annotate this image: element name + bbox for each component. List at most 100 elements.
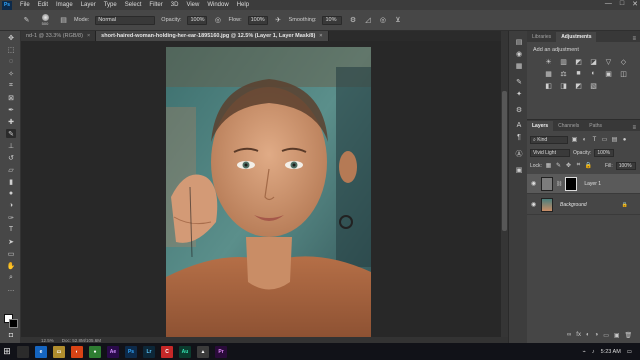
exposure-icon[interactable]: ◪ <box>588 57 599 66</box>
marquee-tool-icon[interactable]: ⬚ <box>6 45 16 54</box>
new-group-icon[interactable]: ▭ <box>603 332 609 339</box>
filter-toggle-icon[interactable]: ● <box>621 136 628 143</box>
tab-layers[interactable]: Layers <box>527 121 554 131</box>
canvas-area[interactable] <box>21 41 501 337</box>
angle-icon[interactable]: ◿ <box>363 16 372 25</box>
lock-position-icon[interactable]: ✥ <box>565 162 572 169</box>
paragraph-panel-icon[interactable]: ¶ <box>514 133 524 142</box>
taskbar-app-audition[interactable]: Au <box>179 345 191 358</box>
brushes-panel-icon[interactable]: ✦ <box>514 89 524 98</box>
navigator-panel-icon[interactable]: ▣ <box>514 165 524 174</box>
gradient-tool-icon[interactable]: ▮ <box>6 177 16 186</box>
tab-close-icon[interactable]: × <box>319 33 322 39</box>
layers-menu-icon[interactable]: ≡ <box>628 125 640 131</box>
tab-document-1[interactable]: nd-1 @ 33.3% (RGB/8) × <box>21 31 97 41</box>
maximize-button[interactable]: □ <box>620 0 624 8</box>
color-panel-icon[interactable]: ◉ <box>514 49 524 58</box>
tab-libraries[interactable]: Libraries <box>527 32 556 42</box>
lasso-tool-icon[interactable]: ◌ <box>6 57 16 66</box>
adjustment-layer-icon[interactable]: ◑ <box>595 332 599 339</box>
mode-select[interactable]: Normal <box>95 15 156 25</box>
pen-tool-icon[interactable]: ✑ <box>6 213 16 222</box>
fill-field[interactable]: 100% <box>615 161 636 170</box>
pressure-opacity-icon[interactable]: ◎ <box>213 16 222 25</box>
taskbar-app-firefox[interactable]: ◐ <box>71 345 83 358</box>
move-tool-icon[interactable]: ✥ <box>6 33 16 42</box>
canvas-vertical-scrollbar[interactable] <box>501 31 508 337</box>
hue-saturation-icon[interactable]: ◇ <box>618 57 629 66</box>
menu-file[interactable]: File <box>16 2 34 8</box>
network-icon[interactable]: ⌁ <box>583 349 586 355</box>
visibility-eye-icon[interactable]: ◉ <box>531 201 538 208</box>
blur-tool-icon[interactable]: ● <box>6 189 16 198</box>
more-tools-icon[interactable]: … <box>6 285 16 294</box>
brush-settings-icon[interactable]: ▤ <box>59 16 68 25</box>
scrollbar-thumb[interactable] <box>502 91 507 231</box>
swatches-panel-icon[interactable]: ▦ <box>514 61 524 70</box>
brush-tool-icon[interactable]: ✎ <box>6 129 16 138</box>
menu-filter[interactable]: Filter <box>145 2 166 8</box>
color-swatches[interactable] <box>4 314 18 328</box>
brush-settings-panel-icon[interactable]: ✎ <box>514 77 524 86</box>
quick-select-tool-icon[interactable]: ✧ <box>6 69 16 78</box>
tab-adjustments[interactable]: Adjustments <box>556 32 597 42</box>
menu-3d[interactable]: 3D <box>167 2 183 8</box>
taskbar-app-explorer[interactable]: ▭ <box>53 345 65 358</box>
adjustment-filter-icon[interactable]: ◐ <box>581 136 588 143</box>
start-button[interactable]: ⊞ <box>0 343 14 360</box>
taskbar-app-after-effects[interactable]: Ae <box>107 345 119 358</box>
lock-artboard-icon[interactable]: ⌗ <box>575 162 582 169</box>
lock-pixels-icon[interactable]: ✎ <box>555 162 562 169</box>
taskbar-app-drive[interactable]: ▲ <box>197 345 209 358</box>
menu-type[interactable]: Type <box>100 2 121 8</box>
zoom-level[interactable]: 12.5% <box>41 338 54 343</box>
clock[interactable]: 5:23 AM <box>601 349 621 355</box>
taskbar-app-cortana[interactable] <box>17 345 29 358</box>
properties-panel-icon[interactable]: ⚙ <box>514 105 524 114</box>
path-selection-tool-icon[interactable]: ➤ <box>6 237 16 246</box>
menu-edit[interactable]: Edit <box>34 2 52 8</box>
taskbar-app-premiere[interactable]: Pr <box>215 345 227 358</box>
layer-kind-select[interactable]: ⌕ Kind <box>530 135 568 144</box>
notifications-icon[interactable]: ▭ <box>627 349 632 355</box>
panel-menu-icon[interactable]: ≡ <box>628 36 640 42</box>
tab-close-icon[interactable]: × <box>87 33 90 39</box>
posterize-icon[interactable]: ◧ <box>543 81 554 90</box>
taskbar-app-lightroom[interactable]: Lr <box>143 345 155 358</box>
glyphs-panel-icon[interactable]: Ⓐ <box>514 149 524 158</box>
brush-tool-preset-icon[interactable]: ✎ <box>22 16 31 25</box>
link-layers-icon[interactable]: ∞ <box>567 332 571 339</box>
color-lookup-icon[interactable]: ▣ <box>603 69 614 78</box>
dodge-tool-icon[interactable]: ◑ <box>6 201 16 210</box>
close-button[interactable]: ✕ <box>632 0 638 8</box>
menu-layer[interactable]: Layer <box>77 2 100 8</box>
volume-icon[interactable]: ♪ <box>592 349 595 355</box>
minimize-button[interactable]: — <box>605 0 612 8</box>
new-layer-icon[interactable]: ▣ <box>614 332 620 339</box>
smoothing-settings-icon[interactable]: ⚙ <box>348 16 357 25</box>
layer-mask-thumbnail[interactable] <box>565 176 578 191</box>
levels-icon[interactable]: ▥ <box>558 57 569 66</box>
visibility-eye-icon[interactable]: ◉ <box>531 180 538 187</box>
delete-layer-icon[interactable]: 🗑 <box>625 332 633 339</box>
brightness-contrast-icon[interactable]: ☀ <box>543 57 554 66</box>
invert-icon[interactable]: ◫ <box>618 69 629 78</box>
taskbar-app-edge[interactable]: e <box>35 345 47 358</box>
brush-size-picker[interactable]: 500 <box>37 13 53 27</box>
lock-transparent-icon[interactable]: ▦ <box>545 162 552 169</box>
layer-row-background[interactable]: ◉ Background 🔒 <box>527 195 640 215</box>
history-panel-icon[interactable]: ▤ <box>514 37 524 46</box>
type-filter-icon[interactable]: T <box>591 136 598 143</box>
photo-filter-icon[interactable]: ■ <box>573 69 584 78</box>
vibrance-icon[interactable]: ▽ <box>603 57 614 66</box>
color-balance-icon[interactable]: ▦ <box>543 69 554 78</box>
frame-tool-icon[interactable]: ⊠ <box>6 93 16 102</box>
eraser-tool-icon[interactable]: ▱ <box>6 165 16 174</box>
tab-document-2[interactable]: short-haired-woman-holding-her-ear-18951… <box>96 31 329 41</box>
clone-stamp-tool-icon[interactable]: ⊥ <box>6 141 16 150</box>
smoothing-field[interactable]: 10% <box>322 15 343 25</box>
character-panel-icon[interactable]: A <box>514 121 524 130</box>
mask-link-icon[interactable]: ⛓ <box>556 181 562 187</box>
add-mask-icon[interactable]: ◐ <box>586 332 590 339</box>
pressure-size-icon[interactable]: ◎ <box>378 16 387 25</box>
